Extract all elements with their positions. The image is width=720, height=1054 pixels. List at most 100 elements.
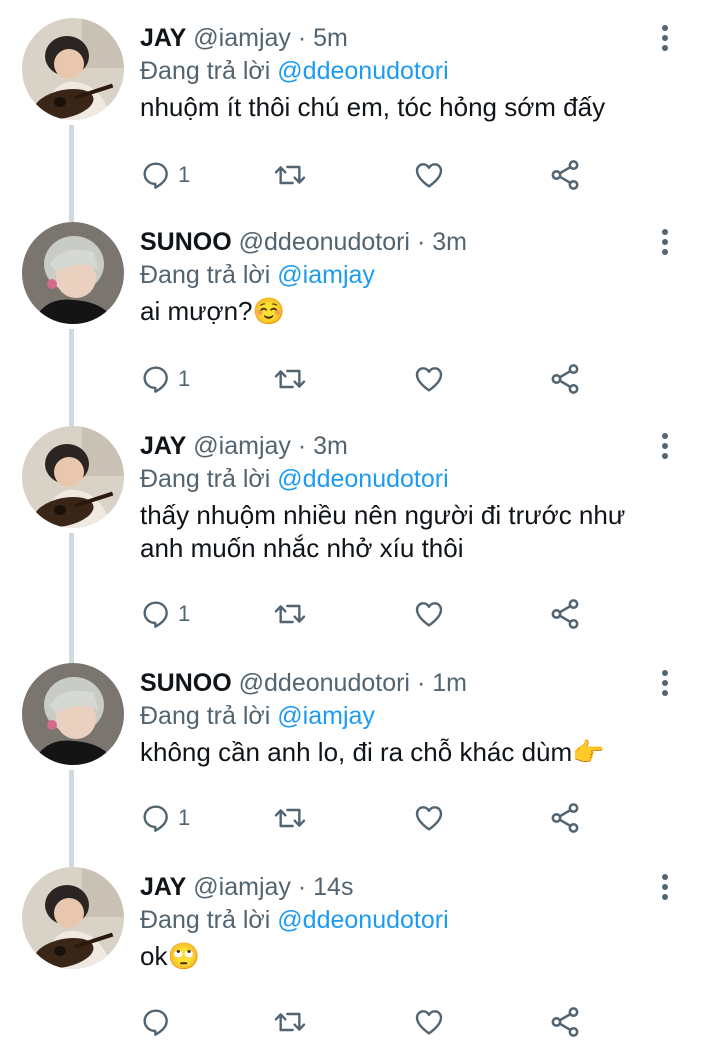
share-icon: [551, 160, 579, 190]
timestamp[interactable]: 1m: [432, 669, 467, 697]
replying-to-label: Đang trả lời: [140, 57, 271, 85]
reply-button[interactable]: 1: [140, 798, 190, 838]
share-icon: [551, 599, 579, 629]
reply-count: 1: [178, 162, 191, 187]
author-handle[interactable]: @iamjay: [193, 24, 291, 52]
tweet[interactable]: SUNOO @ddeonudotori · 3m Đang trả lời @i…: [0, 204, 720, 408]
mention-link[interactable]: @ddeonudotori: [277, 906, 448, 934]
avatar[interactable]: [22, 18, 124, 120]
retweet-icon: [274, 604, 306, 624]
heart-icon: [415, 602, 443, 627]
avatar[interactable]: [22, 222, 124, 324]
separator-dot: ·: [416, 669, 426, 697]
like-button[interactable]: [412, 155, 446, 195]
timestamp[interactable]: 3m: [313, 432, 348, 460]
tweet-actions: 1: [140, 155, 620, 195]
share-icon: [551, 1007, 579, 1037]
tweet-header: JAY @iamjay · 14s: [140, 872, 353, 902]
tweet-text: thấy nhuộm nhiều nên người đi trước như …: [140, 500, 626, 563]
replying-to-label: Đang trả lời: [140, 906, 271, 934]
author-name[interactable]: SUNOO: [140, 669, 232, 697]
tweet-text: ai mượn?☺️: [140, 296, 285, 326]
share-button[interactable]: [548, 359, 582, 399]
heart-icon: [415, 367, 443, 392]
more-vertical-icon[interactable]: [653, 22, 677, 54]
author-handle[interactable]: @iamjay: [193, 873, 291, 901]
more-vertical-icon[interactable]: [653, 430, 677, 462]
mention-link[interactable]: @iamjay: [277, 261, 375, 289]
share-button[interactable]: [548, 155, 582, 195]
avatar[interactable]: [22, 663, 124, 765]
conversation-thread: JAY @iamjay · 5m Đang trả lời @ddeonudot…: [0, 0, 720, 1054]
more-vertical-icon[interactable]: [653, 667, 677, 699]
replying-to-label: Đang trả lời: [140, 702, 271, 730]
retweet-button[interactable]: [272, 155, 308, 195]
timestamp[interactable]: 14s: [313, 873, 353, 901]
like-button[interactable]: [412, 594, 446, 634]
author-name[interactable]: SUNOO: [140, 228, 232, 256]
share-button[interactable]: [548, 798, 582, 838]
mention-link[interactable]: @iamjay: [277, 702, 375, 730]
avatar[interactable]: [22, 867, 124, 969]
replying-to-label: Đang trả lời: [140, 261, 271, 289]
separator-dot: ·: [297, 24, 307, 52]
like-button[interactable]: [412, 359, 446, 399]
reply-button[interactable]: 1: [140, 594, 190, 634]
more-vertical-icon[interactable]: [653, 871, 677, 903]
replying-to: Đang trả lời @ddeonudotori: [140, 56, 449, 86]
share-icon: [551, 803, 579, 833]
tweet-header: JAY @iamjay · 5m: [140, 23, 348, 53]
author-handle[interactable]: @ddeonudotori: [239, 669, 410, 697]
reply-icon: [143, 366, 168, 393]
timestamp[interactable]: 3m: [432, 228, 467, 256]
retweet-button[interactable]: [272, 1002, 308, 1042]
separator-dot: ·: [416, 228, 426, 256]
heart-icon: [415, 163, 443, 188]
reply-icon: [143, 601, 168, 628]
like-button[interactable]: [412, 1002, 446, 1042]
separator-dot: ·: [297, 432, 307, 460]
replying-to: Đang trả lời @iamjay: [140, 260, 375, 290]
tweet[interactable]: JAY @iamjay · 3m Đang trả lời @ddeonudot…: [0, 408, 720, 645]
retweet-button[interactable]: [272, 359, 308, 399]
reply-icon: [143, 162, 168, 189]
tweet[interactable]: JAY @iamjay · 14s Đang trả lời @ddeonudo…: [0, 849, 720, 1054]
share-icon: [551, 364, 579, 394]
tweet-text: ok🙄: [140, 941, 200, 971]
retweet-icon: [274, 1012, 306, 1032]
mention-link[interactable]: @ddeonudotori: [277, 465, 448, 493]
separator-dot: ·: [297, 873, 307, 901]
reply-button[interactable]: 1: [140, 359, 190, 399]
mention-link[interactable]: @ddeonudotori: [277, 57, 448, 85]
more-vertical-icon[interactable]: [653, 226, 677, 258]
author-handle[interactable]: @ddeonudotori: [239, 228, 410, 256]
reply-button[interactable]: [140, 1002, 178, 1042]
like-button[interactable]: [412, 798, 446, 838]
tweet-header: SUNOO @ddeonudotori · 1m: [140, 668, 467, 698]
reply-count: 1: [178, 805, 191, 830]
heart-icon: [415, 806, 443, 831]
retweet-icon: [274, 369, 306, 389]
retweet-button[interactable]: [272, 594, 308, 634]
tweet[interactable]: SUNOO @ddeonudotori · 1m Đang trả lời @i…: [0, 645, 720, 849]
timestamp[interactable]: 5m: [313, 24, 348, 52]
reply-count: 1: [178, 366, 191, 391]
author-name[interactable]: JAY: [140, 24, 186, 52]
reply-icon: [143, 1009, 168, 1036]
avatar[interactable]: [22, 426, 124, 528]
author-handle[interactable]: @iamjay: [193, 432, 291, 460]
tweet-actions: [140, 1002, 620, 1042]
tweet-header: JAY @iamjay · 3m: [140, 431, 348, 461]
share-button[interactable]: [548, 594, 582, 634]
share-button[interactable]: [548, 1002, 582, 1042]
tweet-actions: 1: [140, 798, 620, 838]
retweet-button[interactable]: [272, 798, 308, 838]
author-name[interactable]: JAY: [140, 873, 186, 901]
reply-button[interactable]: 1: [140, 155, 190, 195]
tweet[interactable]: JAY @iamjay · 5m Đang trả lời @ddeonudot…: [0, 0, 720, 204]
author-name[interactable]: JAY: [140, 432, 186, 460]
tweet-actions: 1: [140, 359, 620, 399]
tweet-text: không cần anh lo, đi ra chỗ khác dùm👉: [140, 737, 605, 767]
replying-to: Đang trả lời @ddeonudotori: [140, 905, 449, 935]
reply-count: 1: [178, 601, 191, 626]
